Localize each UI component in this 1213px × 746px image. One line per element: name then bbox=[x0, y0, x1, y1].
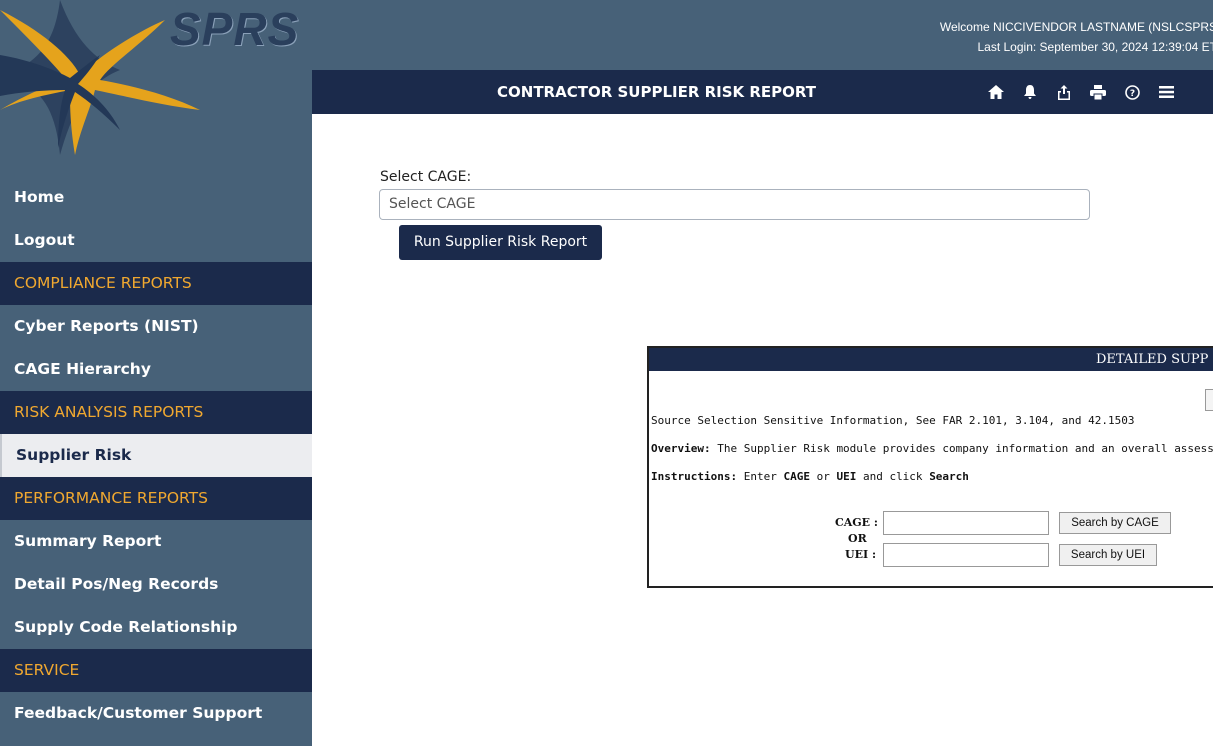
user-info: Welcome NICCIVENDOR LASTNAME (NSLCSPRS L… bbox=[893, 17, 1213, 57]
select-cage-label: Select CAGE: bbox=[380, 169, 472, 185]
or-label: OR bbox=[848, 532, 867, 545]
logo-text: SPRS bbox=[170, 3, 300, 55]
instructions-part: Enter bbox=[737, 470, 784, 483]
cage-select[interactable]: Select CAGE bbox=[379, 189, 1090, 220]
sidebar-item-supplier-risk[interactable]: Supplier Risk bbox=[0, 434, 312, 477]
instructions-part: or bbox=[809, 470, 837, 483]
export-icon[interactable] bbox=[1050, 78, 1078, 106]
sidebar-item-supply-code-relationship[interactable]: Supply Code Relationship bbox=[0, 606, 312, 649]
sidebar-section-compliance-reports: COMPLIANCE REPORTS bbox=[0, 262, 312, 305]
sidebar-item-home[interactable]: Home bbox=[0, 176, 312, 219]
last-login-text: Last Login: September 30, 2024 12:39:04 … bbox=[977, 40, 1213, 54]
instructions-text: Instructions: Enter CAGE or UEI and clic… bbox=[651, 470, 969, 483]
source-selection-notice: Source Selection Sensitive Information, … bbox=[651, 414, 1135, 427]
sidebar-item-logout[interactable]: Logout bbox=[0, 219, 312, 262]
overview-body: The Supplier Risk module provides compan… bbox=[717, 442, 1213, 455]
instructions-part: and click bbox=[856, 470, 930, 483]
sidebar-item-detail-pos-neg-records[interactable]: Detail Pos/Neg Records bbox=[0, 563, 312, 606]
sidebar-section-service: SERVICE bbox=[0, 649, 312, 692]
menu-icon[interactable] bbox=[1152, 78, 1180, 106]
instructions-cage: CAGE bbox=[783, 470, 810, 483]
svg-text:?: ? bbox=[1129, 89, 1134, 99]
run-supplier-risk-report-button[interactable]: Run Supplier Risk Report bbox=[399, 225, 602, 260]
uei-input[interactable] bbox=[883, 543, 1049, 567]
sprs-logo[interactable]: SPRS bbox=[0, 0, 312, 155]
sidebar-section-performance-reports: PERFORMANCE REPORTS bbox=[0, 477, 312, 520]
sidebar: Home Logout COMPLIANCE REPORTS Cyber Rep… bbox=[0, 155, 312, 746]
detail-panel-header: DETAILED SUPP bbox=[649, 348, 1213, 371]
uei-field-label: UEI : bbox=[845, 548, 877, 561]
page-title: CONTRACTOR SUPPLIER RISK REPORT bbox=[497, 83, 817, 101]
main-content: Select CAGE: Select CAGE Run Supplier Ri… bbox=[312, 114, 1213, 746]
overview-label: Overview: bbox=[651, 442, 711, 455]
home-icon[interactable] bbox=[982, 78, 1010, 106]
help-icon[interactable]: ? bbox=[1118, 78, 1146, 106]
sidebar-item-cyber-reports[interactable]: Cyber Reports (NIST) bbox=[0, 305, 312, 348]
detail-panel-title: DETAILED SUPP bbox=[1096, 352, 1209, 367]
toolbar: ? bbox=[982, 78, 1180, 106]
search-by-cage-button[interactable]: Search by CAGE bbox=[1059, 512, 1171, 534]
overview-text: Overview: The Supplier Risk module provi… bbox=[651, 442, 1213, 455]
search-by-uei-button[interactable]: Search by UEI bbox=[1059, 544, 1157, 566]
print-icon[interactable] bbox=[1084, 78, 1112, 106]
detailed-supplier-risk-panel: DETAILED SUPP Source Selection Sensitive… bbox=[647, 346, 1213, 588]
instructions-uei: UEI bbox=[836, 470, 857, 483]
sidebar-item-feedback[interactable]: Feedback/Customer Support bbox=[0, 692, 312, 735]
instructions-search: Search bbox=[929, 470, 969, 483]
instructions-label: Instructions: bbox=[651, 470, 738, 483]
cage-input[interactable] bbox=[883, 511, 1049, 535]
sidebar-item-cage-hierarchy[interactable]: CAGE Hierarchy bbox=[0, 348, 312, 391]
bell-icon[interactable] bbox=[1016, 78, 1044, 106]
welcome-text: Welcome NICCIVENDOR LASTNAME (NSLCSPRS bbox=[939, 20, 1213, 34]
cage-field-label: CAGE : bbox=[835, 516, 878, 529]
report-titlebar: CONTRACTOR SUPPLIER RISK REPORT ? bbox=[312, 70, 1213, 114]
sidebar-item-summary-report[interactable]: Summary Report bbox=[0, 520, 312, 563]
detail-panel-button[interactable] bbox=[1205, 389, 1213, 411]
sidebar-section-risk-analysis-reports: RISK ANALYSIS REPORTS bbox=[0, 391, 312, 434]
